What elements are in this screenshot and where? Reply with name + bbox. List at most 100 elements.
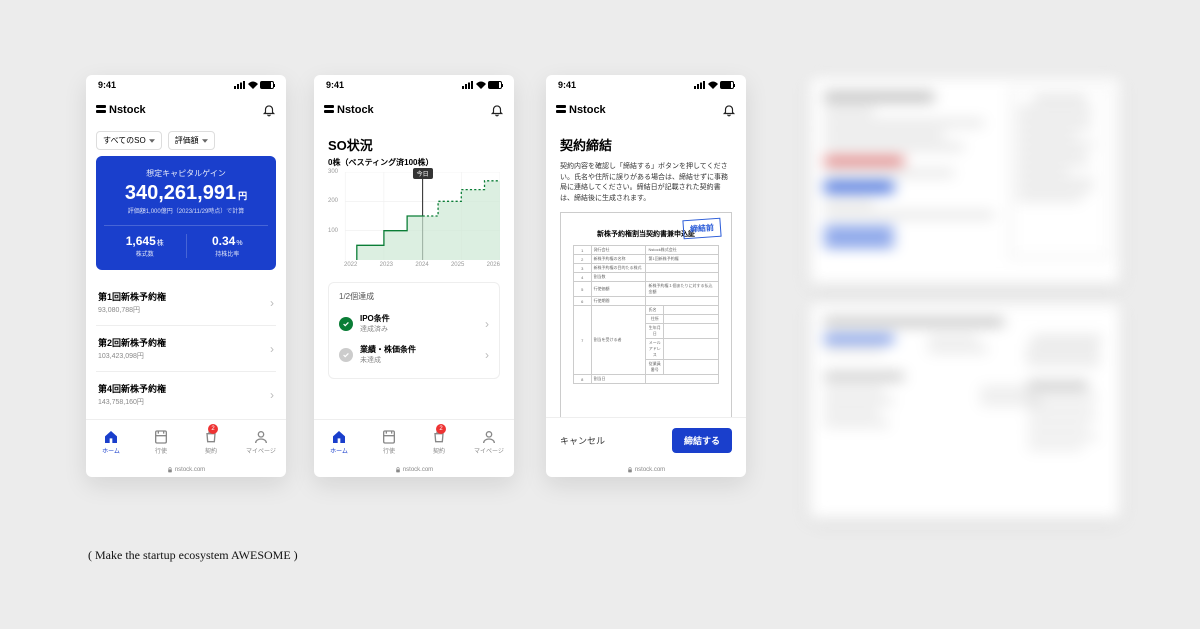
home-icon xyxy=(103,429,119,445)
contract-title: 契約締結 xyxy=(560,135,732,154)
url-bar: nstock.com xyxy=(314,463,514,477)
lock-icon xyxy=(395,467,401,473)
battery-icon xyxy=(720,81,734,89)
lock-icon xyxy=(167,467,173,473)
app-header: Nstock xyxy=(86,95,286,125)
notification-bell-icon[interactable] xyxy=(490,103,504,117)
milestone-card: 1/2個達成 IPO条件達成済み › 業績・株価条件未達成 › xyxy=(328,282,500,379)
list-item[interactable]: 第2回新株予約権103,423,098円 › xyxy=(96,326,276,372)
tab-exercise[interactable]: 行使 xyxy=(136,420,186,463)
check-circle-icon xyxy=(339,348,353,362)
doc-table: 1発行会社Nstock株式会社 2新株予約権の名称第1回新株予約権 3新株予約権… xyxy=(573,245,719,384)
logo-mark-icon xyxy=(556,105,566,115)
gain-label: 想定キャピタルゲイン xyxy=(104,168,268,179)
so-header: SO状況 0株（ベスティング済100株） xyxy=(314,125,514,172)
lock-icon xyxy=(627,467,633,473)
so-subtitle: 0株（ベスティング済100株） xyxy=(328,157,500,168)
tab-contract[interactable]: 2契約 xyxy=(186,420,236,463)
exercise-icon xyxy=(381,429,397,445)
notification-bell-icon[interactable] xyxy=(722,103,736,117)
battery-icon xyxy=(260,81,274,89)
y-tick: 300 xyxy=(328,169,338,175)
brand-name: Nstock xyxy=(337,104,374,116)
tagline: ( Make the startup ecosystem AWESOME ) xyxy=(88,548,298,563)
milestone-head: 1/2個達成 xyxy=(339,291,489,302)
tab-badge: 2 xyxy=(208,424,218,434)
contract-document[interactable]: 締結前 新株予約権割当契約書兼申込証 1発行会社Nstock株式会社 2新株予約… xyxy=(560,212,732,417)
list-item-title: 第4回新株予約権 xyxy=(98,382,166,395)
filter-valuation-dropdown[interactable]: 評価額 xyxy=(168,131,215,150)
contract-content: 契約締結 契約内容を確認し「締結する」ボタンを押してください。氏名や住所に誤りが… xyxy=(546,125,746,417)
wifi-icon xyxy=(476,81,486,89)
status-time: 9:41 xyxy=(326,80,344,90)
milestone-row[interactable]: IPO条件達成済み › xyxy=(339,308,489,339)
contract-header: 契約締結 xyxy=(546,125,746,158)
blurred-desktop-panel-2 xyxy=(810,304,1120,518)
milestone-row[interactable]: 業績・株価条件未達成 › xyxy=(339,339,489,370)
tab-home[interactable]: ホーム xyxy=(86,420,136,463)
filter-valuation-label: 評価額 xyxy=(175,135,199,146)
list-item[interactable]: 第4回新株予約権143,758,160円 › xyxy=(96,372,276,417)
bottom-tabbar: ホーム 行使 2契約 マイページ xyxy=(314,419,514,463)
y-tick: 100 xyxy=(328,228,338,234)
status-bar: 9:41 xyxy=(86,75,286,95)
wifi-icon xyxy=(248,81,258,89)
logo[interactable]: Nstock xyxy=(96,104,146,116)
chevron-right-icon: › xyxy=(270,296,274,310)
status-time: 9:41 xyxy=(558,80,576,90)
y-tick: 200 xyxy=(328,198,338,204)
notification-bell-icon[interactable] xyxy=(262,103,276,117)
status-bar: 9:41 xyxy=(546,75,746,95)
home-content: すべてのSO 評価額 想定キャピタルゲイン 340,261,991円 評価額1,… xyxy=(86,125,286,419)
cancel-button[interactable]: キャンセル xyxy=(560,434,605,447)
chevron-right-icon: › xyxy=(485,348,489,362)
so-title: SO状況 xyxy=(328,135,500,154)
url-bar: nstock.com xyxy=(546,463,746,477)
status-bar: 9:41 xyxy=(314,75,514,95)
submit-button[interactable]: 締結する xyxy=(672,428,732,453)
chevron-down-icon xyxy=(202,138,208,144)
x-axis-ticks: 20222023202420252026 xyxy=(328,262,500,268)
status-icons xyxy=(694,81,734,89)
brand-name: Nstock xyxy=(569,104,606,116)
user-icon xyxy=(481,429,497,445)
tab-mypage[interactable]: マイページ xyxy=(464,420,514,463)
list-item[interactable]: 第1回新株予約権 93,080,788円 › xyxy=(96,280,276,326)
phone-so-status: 9:41 Nstock SO状況 0株（ベスティング済100株） 今日 100 … xyxy=(314,75,514,477)
gain-stats-row: 1,645株 株式数 0.34% 持株比率 xyxy=(104,225,268,258)
phone-home: 9:41 Nstock すべてのSO 評価額 想定キャピタルゲイン 340,26… xyxy=(86,75,286,477)
blurred-doc-preview xyxy=(1010,88,1110,258)
signal-icon xyxy=(462,81,474,89)
status-icons xyxy=(462,81,502,89)
phone-contract: 9:41 Nstock 契約締結 契約内容を確認し「締結する」ボタンを押してくだ… xyxy=(546,75,746,477)
bottom-tabbar: ホーム 行使 2契約 マイページ xyxy=(86,419,286,463)
tab-exercise[interactable]: 行使 xyxy=(364,420,414,463)
stamp-label: 締結前 xyxy=(682,218,721,240)
check-circle-icon xyxy=(339,317,353,331)
battery-icon xyxy=(488,81,502,89)
filter-so-dropdown[interactable]: すべてのSO xyxy=(96,131,162,150)
tab-mypage[interactable]: マイページ xyxy=(236,420,286,463)
logo[interactable]: Nstock xyxy=(324,104,374,116)
tab-home[interactable]: ホーム xyxy=(314,420,364,463)
logo[interactable]: Nstock xyxy=(556,104,606,116)
signal-icon xyxy=(694,81,706,89)
milestone-title: IPO条件 xyxy=(360,313,390,324)
chevron-down-icon xyxy=(149,138,155,144)
filter-so-label: すべてのSO xyxy=(103,135,146,146)
milestone-status: 未達成 xyxy=(360,355,416,365)
shares-stat: 1,645株 株式数 xyxy=(104,234,186,258)
tab-contract[interactable]: 2契約 xyxy=(414,420,464,463)
so-content: SO状況 0株（ベスティング済100株） 今日 100 200 300 2022… xyxy=(314,125,514,419)
list-item-title: 第1回新株予約権 xyxy=(98,290,166,303)
status-icons xyxy=(234,81,274,89)
wifi-icon xyxy=(708,81,718,89)
logo-mark-icon xyxy=(96,105,106,115)
tab-badge: 2 xyxy=(436,424,446,434)
action-bar: キャンセル 締結する xyxy=(546,417,746,463)
gain-note: 評価額1,000億円（2023/11/29時点）で計算 xyxy=(104,206,268,215)
logo-mark-icon xyxy=(324,105,334,115)
today-marker: 今日 xyxy=(413,168,433,179)
list-item-sub: 93,080,788円 xyxy=(98,305,166,315)
so-list: 第1回新株予約権 93,080,788円 › 第2回新株予約権103,423,09… xyxy=(96,280,276,417)
